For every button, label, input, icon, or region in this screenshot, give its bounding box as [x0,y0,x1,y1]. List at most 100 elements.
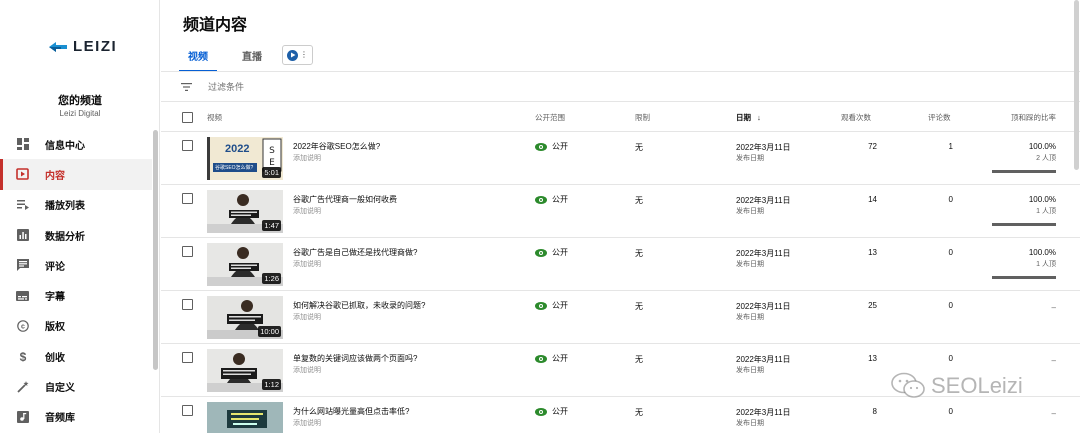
video-duration: 1:26 [262,273,281,284]
visibility-label: 公开 [552,195,568,204]
sidebar-item-analytics[interactable]: 数据分析 [0,220,152,250]
visibility-status[interactable]: 公开 [535,141,568,152]
row-checkbox[interactable] [182,405,193,416]
video-title[interactable]: 谷歌广告是自己做还是找代理商做? [293,247,417,258]
video-duration: 1:12 [262,379,281,390]
more-vert-icon: ⋮ [300,50,308,59]
table-row[interactable]: 1:26 谷歌广告是自己做还是找代理商做? 添加说明 公开 无 2022年3月1… [161,238,1080,291]
video-description[interactable]: 添加说明 [293,365,321,375]
sidebar-item-label: 版权 [45,322,65,334]
restriction-value: 无 [635,249,643,258]
sidebar-item-customization[interactable]: 自定义 [0,371,152,401]
comment-count: 1 [948,142,953,151]
video-thumbnail[interactable]: 10:00 [207,296,283,339]
sidebar-item-dashboard[interactable]: 信息中心 [0,129,152,159]
channel-name: Leizi Digital [59,109,101,118]
video-title[interactable]: 单复数的关键词应该做两个页面吗? [293,353,417,364]
eye-icon [535,354,547,363]
visibility-status[interactable]: 公开 [535,406,568,417]
table-row[interactable]: 10:00 如何解决谷歌已抓取，未收录的问题? 添加说明 公开 无 2022年3… [161,291,1080,344]
table-row[interactable]: 为什么网站曝光量高但点击率低? 添加说明 公开 无 2022年3月11日 发布日… [161,397,1080,433]
visibility-label: 公开 [552,407,568,416]
table-row[interactable]: 1:47 谷歌广告代理商一般如何收费 添加说明 公开 无 2022年3月11日 … [161,185,1080,238]
filter-input[interactable]: 过滤条件 [208,80,244,93]
playlist-icon [16,198,29,211]
channel-title: 您的频道 [58,95,102,107]
wechat-icon [891,372,925,398]
sidebar-item-content[interactable]: 内容 [0,159,152,190]
comment-count: 0 [948,301,953,310]
restriction-value: 无 [635,408,643,417]
eye-icon [535,195,547,204]
row-checkbox[interactable] [182,299,193,310]
sidebar-item-monetization[interactable]: $ 创收 [0,341,152,371]
select-all-checkbox[interactable] [182,112,193,123]
row-checkbox[interactable] [182,246,193,257]
column-comments[interactable]: 评论数 [928,112,951,123]
column-views[interactable]: 观看次数 [841,112,871,123]
main-content: 频道内容 视频 直播 ⋮ 过滤条件 视频 公开范围 限制 日期 ↓ 观看次数 评… [161,0,1080,433]
video-title[interactable]: 为什么网站曝光量高但点击率低? [293,406,409,417]
eye-icon [535,301,547,310]
video-title[interactable]: 2022年谷歌SEO怎么做? [293,141,380,152]
like-ratio: 100.0% [1028,142,1056,151]
sidebar-scrollbar[interactable] [153,130,158,370]
restriction-value: 无 [635,302,643,311]
publish-date: 2022年3月11日 [736,302,791,311]
visibility-status[interactable]: 公开 [535,247,568,258]
sidebar-nav: 信息中心 内容 播放列表 数据分析 评论 字幕 c 版权 $ 创收 自定义 音频… [0,129,152,432]
logo-text: LEIZI [73,38,118,55]
video-title[interactable]: 谷歌广告代理商一般如何收费 [293,194,397,205]
sidebar-item-playlists[interactable]: 播放列表 [0,190,152,220]
main-scrollbar[interactable] [1074,0,1079,170]
logo[interactable]: LEIZI [47,38,117,55]
column-restrictions[interactable]: 限制 [635,112,650,123]
video-title[interactable]: 如何解决谷歌已抓取，未收录的问题? [293,300,425,311]
sidebar-item-comments[interactable]: 评论 [0,250,152,280]
video-description[interactable]: 添加说明 [293,418,321,428]
video-thumbnail[interactable]: 1:47 [207,190,283,233]
arrow-down-icon: ↓ [757,113,761,122]
like-ratio-bar [992,276,1056,279]
row-checkbox[interactable] [182,352,193,363]
video-description[interactable]: 添加说明 [293,206,321,216]
sidebar-item-label: 创收 [45,352,65,364]
video-description[interactable]: 添加说明 [293,259,321,269]
visibility-status[interactable]: 公开 [535,300,568,311]
tab-videos[interactable]: 视频 [179,44,217,72]
view-count: 13 [868,354,877,363]
tabs-divider [161,71,1080,72]
video-description[interactable]: 添加说明 [293,312,321,322]
video-thumbnail[interactable]: 1:12 [207,349,283,392]
visibility-status[interactable]: 公开 [535,353,568,364]
sidebar-item-subtitles[interactable]: 字幕 [0,280,152,310]
table-row[interactable]: S E 2022 谷歌SEO怎么做? 5:01 2022年谷歌SEO怎么做? 添… [161,132,1080,185]
video-thumbnail[interactable]: 1:26 [207,243,283,286]
publish-date: 2022年3月11日 [736,355,791,364]
column-visibility[interactable]: 公开范围 [535,112,565,123]
watermark-text: SEOLeizi [931,373,1023,398]
view-count: 25 [868,301,877,310]
like-count: 2 人顶 [1036,155,1056,162]
row-checkbox[interactable] [182,140,193,151]
video-thumbnail[interactable]: S E 2022 谷歌SEO怎么做? 5:01 [207,137,283,180]
column-date-label: 日期 [736,113,751,122]
play-circle-icon [287,49,298,61]
video-thumbnail[interactable] [207,402,283,433]
publish-date-label: 发布日期 [736,155,764,162]
video-duration: 1:47 [262,220,281,231]
row-checkbox[interactable] [182,193,193,204]
like-ratio: – [1051,409,1056,418]
like-ratio: 100.0% [1028,195,1056,204]
more-tab-button[interactable]: ⋮ [282,45,313,65]
column-date[interactable]: 日期 ↓ [736,112,761,123]
tab-live[interactable]: 直播 [233,44,271,72]
filter-icon[interactable] [181,82,192,91]
filter-bar[interactable]: 过滤条件 [181,80,244,93]
visibility-status[interactable]: 公开 [535,194,568,205]
like-count: 1 人顶 [1036,261,1056,268]
sidebar-item-audio-library[interactable]: 音频库 [0,402,152,432]
sidebar-item-copyright[interactable]: c 版权 [0,311,152,341]
video-description[interactable]: 添加说明 [293,153,321,163]
column-like-ratio[interactable]: 顶和踩的比率 [1011,112,1056,123]
